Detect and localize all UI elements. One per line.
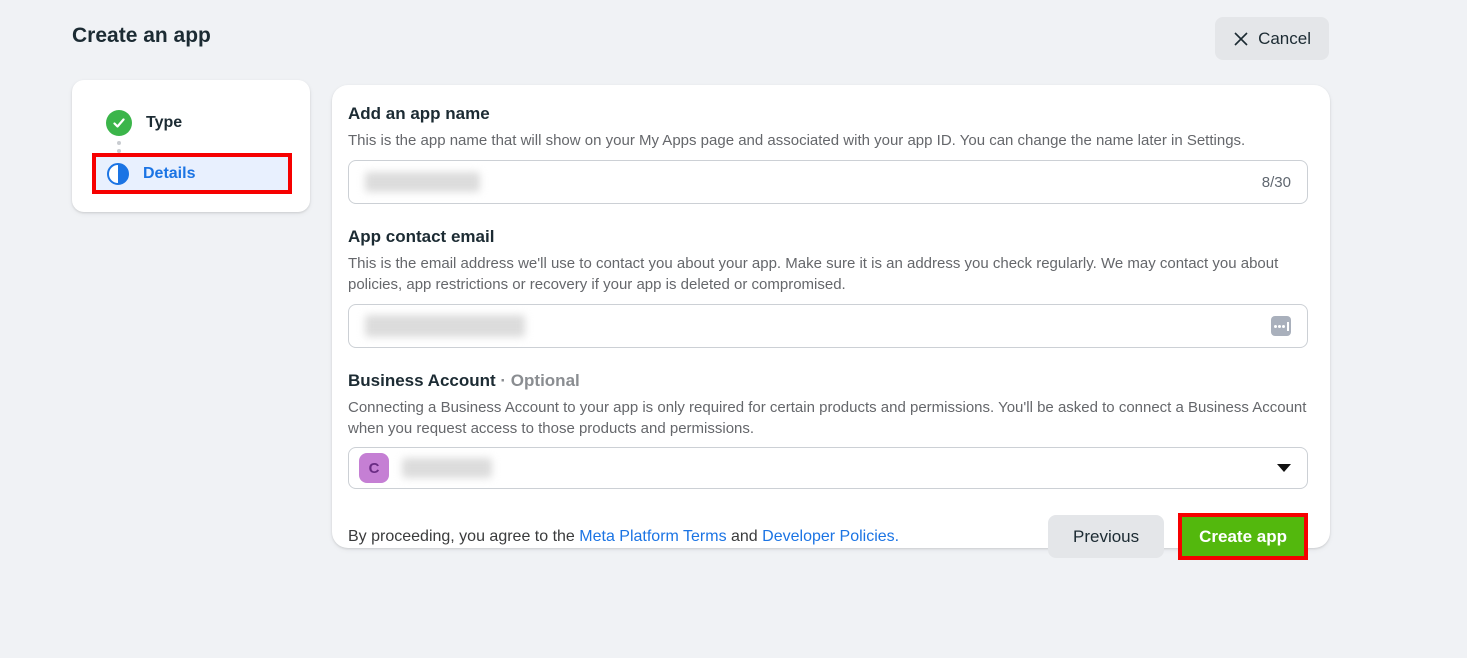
annotation-box-details: Details: [92, 153, 292, 194]
step-connector-dot: [117, 141, 121, 145]
business-avatar: C: [359, 453, 389, 483]
agreement-prefix: By proceeding, you agree to the: [348, 528, 579, 545]
half-circle-progress-icon: [107, 163, 129, 185]
contact-email-description: This is the email address we'll use to c…: [348, 253, 1308, 295]
contact-email-input[interactable]: @gmail.com: [348, 304, 1308, 348]
business-account-label-text: Business Account: [348, 371, 496, 390]
form-footer: By proceeding, you agree to the Meta Pla…: [348, 513, 1308, 560]
email-visible-text: @gmail.com: [513, 317, 602, 335]
business-account-select[interactable]: C: [348, 447, 1308, 489]
agreement-middle: and: [727, 528, 763, 545]
app-name-input[interactable]: 8/30: [348, 160, 1308, 204]
app-name-section: Add an app name This is the app name tha…: [348, 104, 1308, 204]
create-app-button[interactable]: Create app: [1182, 517, 1304, 556]
details-form-card: Add an app name This is the app name tha…: [332, 85, 1330, 548]
redacted-business-name: [402, 458, 492, 478]
char-counter: 8/30: [1262, 174, 1291, 191]
footer-actions: Previous Create app: [1048, 513, 1308, 560]
meta-platform-terms-link[interactable]: Meta Platform Terms: [579, 528, 726, 545]
business-account-section: Business Account · Optional Connecting a…: [348, 371, 1308, 489]
optional-badge: · Optional: [500, 371, 579, 390]
annotation-box-create-app: Create app: [1178, 513, 1308, 560]
redacted-email-value: [365, 315, 525, 337]
cancel-button[interactable]: Cancel: [1215, 17, 1329, 60]
contact-email-section: App contact email This is the email addr…: [348, 227, 1308, 348]
redacted-app-name-value: [365, 172, 480, 192]
developer-policies-link[interactable]: Developer Policies.: [762, 528, 899, 545]
previous-button[interactable]: Previous: [1048, 515, 1164, 558]
chevron-down-icon: [1277, 464, 1291, 472]
step-type-label: Type: [146, 114, 182, 132]
stepper-step-details[interactable]: Details: [96, 157, 288, 190]
business-account-label: Business Account · Optional: [348, 371, 1308, 391]
step-details-label: Details: [143, 165, 195, 183]
business-account-description: Connecting a Business Account to your ap…: [348, 397, 1308, 439]
app-name-label: Add an app name: [348, 104, 1308, 124]
stepper-card: Type Details: [72, 80, 310, 212]
close-icon: [1233, 31, 1249, 47]
stepper-step-type[interactable]: Type: [106, 110, 182, 136]
contact-email-label: App contact email: [348, 227, 1308, 247]
create-app-page: Create an app Cancel Type Details Add an…: [0, 0, 1467, 658]
check-circle-icon: [106, 110, 132, 136]
app-name-description: This is the app name that will show on y…: [348, 130, 1308, 151]
cancel-label: Cancel: [1258, 29, 1311, 49]
page-title: Create an app: [72, 24, 211, 48]
agreement-text: By proceeding, you agree to the Meta Pla…: [348, 528, 899, 546]
password-manager-extension-icon[interactable]: [1271, 316, 1291, 336]
